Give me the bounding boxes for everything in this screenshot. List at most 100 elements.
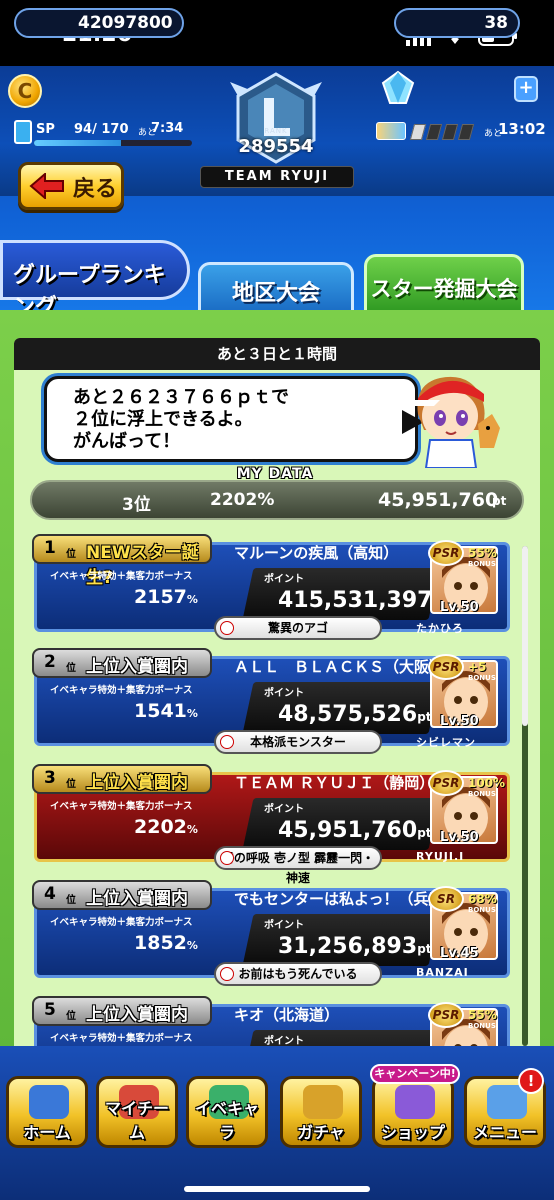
nav-event-chara-button[interactable]: イベキャラ [186, 1076, 268, 1148]
sp-timer: 7:34 [151, 121, 184, 136]
ticket-gauge: あと 13:02 [376, 120, 546, 142]
player-title: お前はもう死んでいる [214, 962, 382, 986]
bonus-value: 2157% [134, 586, 198, 608]
card-bonus-word: BONUS [468, 790, 496, 798]
points-value: 45,951,760pt [278, 818, 432, 843]
card-rarity-badge: SR [428, 886, 464, 912]
rank-suffix: 位 [66, 895, 76, 906]
card-bonus: 100% [468, 776, 506, 790]
rank-status: 上位入賞圏内 [86, 773, 188, 793]
bonus-value: 1541% [134, 700, 198, 722]
player-username: たかひろ [416, 622, 464, 635]
bonus-label: イベキャラ特効＋集客力ボーナス [50, 685, 193, 696]
ranking-row[interactable]: 2 位 上位入賞圏内 ＡＬＬ ＢＬＡＣＫＳ（大阪） イベキャラ特効＋集客力ボーナ… [28, 648, 512, 756]
back-button[interactable]: 戻る [18, 162, 124, 210]
navigator-character-icon [410, 376, 500, 468]
sp-icon [14, 120, 32, 144]
ticket-timer: 13:02 [498, 120, 546, 138]
card-bonus-word: BONUS [468, 906, 496, 914]
bonus-label: イベキャラ特効＋集客力ボーナス [50, 571, 193, 582]
speech-line: あと２６２３７６６ｐｔで [73, 387, 289, 408]
points-label: ポイント [264, 574, 304, 585]
card-rarity-badge: PSR [428, 654, 464, 680]
nav-label: マイチーム [104, 1099, 169, 1142]
my-data-rank: 3位 [122, 495, 151, 515]
gem-icon [381, 70, 415, 104]
rank-status: 上位入賞圏内 [86, 657, 188, 677]
points-value: 48,575,526pt [278, 702, 432, 727]
card-bonus-word: BONUS [468, 1022, 496, 1030]
home-icon [29, 1085, 69, 1119]
rank-number: 5 [44, 1000, 56, 1020]
home-indicator [184, 1186, 370, 1192]
nav-home-button[interactable]: ホーム [6, 1076, 88, 1148]
nav-gacha-button[interactable]: ガチャ [280, 1076, 362, 1148]
rank-suffix: 位 [66, 779, 76, 790]
player-title: 雷の呼吸 壱ノ型 霹靂一閃・神速 [214, 846, 382, 885]
tab-star-discovery-tournament[interactable]: スター発掘大会 [364, 254, 524, 312]
rank-value: 289554 [238, 136, 314, 157]
shop-icon [395, 1085, 435, 1119]
baseball-icon [220, 621, 234, 635]
nav-label: ガチャ [297, 1123, 345, 1142]
add-gem-button[interactable]: + [514, 76, 538, 102]
rank-badge: 3 位 上位入賞圏内 [32, 764, 212, 794]
team-name: でもセンターは私よっ！（兵庫） [234, 890, 459, 908]
player-title: 本格派モンスター [214, 730, 382, 754]
player-username: BANZAI [416, 966, 469, 979]
baseball-icon [220, 735, 234, 749]
gem-counter: 38 [394, 8, 520, 38]
points-label: ポイント [264, 920, 304, 931]
ranking-list: 1 位 NEWスター誕生? マルーンの疾風（高知） イベキャラ特効＋集客力ボーナ… [28, 534, 512, 1050]
nav-label: ショップ [380, 1123, 445, 1142]
ranking-row[interactable]: 3 位 上位入賞圏内 ＴＥＡＭ ＲＹＵＪＩ（静岡） イベキャラ特効＋集客力ボーナ… [28, 764, 512, 885]
rank-badge: 4 位 上位入賞圏内 [32, 880, 212, 910]
campaign-badge: キャンペーン中! [370, 1064, 460, 1084]
bonus-label: イベキャラ特効＋集客力ボーナス [50, 1033, 193, 1044]
rank-badge: 2 位 上位入賞圏内 [32, 648, 212, 678]
points-label: ポイント [264, 688, 304, 699]
player-username: RYUJI.I [416, 850, 465, 863]
nav-label: メニュー [472, 1123, 537, 1142]
rank-badge: 5 位 上位入賞圏内 [32, 996, 212, 1026]
rank-caption: RANK [264, 127, 288, 135]
card-bonus-word: BONUS [468, 674, 496, 682]
player-title: 驚異のアゴ [214, 616, 382, 640]
rank-status: 上位入賞圏内 [86, 889, 188, 909]
rank-number: 2 [44, 652, 56, 672]
card-bonus: 55% [468, 546, 497, 560]
rank-number: 4 [44, 884, 56, 904]
bonus-label: イベキャラ特効＋集客力ボーナス [50, 917, 193, 928]
coin-value: 42097800 [78, 13, 173, 33]
team-name: TEAM RYUJI [200, 166, 354, 188]
scrollbar[interactable] [522, 546, 528, 726]
tab-district-tournament[interactable]: 地区大会 [198, 262, 354, 312]
card-bonus: 55% [468, 1008, 497, 1022]
team-name: ＴＥＡＭ ＲＹＵＪＩ（静岡） [234, 774, 435, 792]
rank-number: 1 [44, 538, 56, 558]
ranking-row[interactable]: 1 位 NEWスター誕生? マルーンの疾風（高知） イベキャラ特効＋集客力ボーナ… [28, 534, 512, 642]
sp-gauge: SP 94/ 170 あと 7:34 [14, 118, 192, 148]
speech-line: ２位に浮上できるよ。 [73, 409, 253, 430]
my-data-pt-unit: pt [492, 494, 507, 508]
coin-counter: 42097800 [14, 8, 184, 38]
team-name: マルーンの疾風（高知） [234, 544, 399, 562]
sp-progress-bar [34, 140, 192, 146]
gacha-icon [303, 1085, 343, 1119]
sp-label: SP [36, 122, 55, 137]
coin-icon: C [8, 74, 42, 108]
ranking-row[interactable]: 5 位 上位入賞圏内 キオ（北海道） イベキャラ特効＋集客力ボーナス 1666%… [28, 996, 512, 1050]
baseball-icon [220, 851, 234, 865]
ranking-row[interactable]: 4 位 上位入賞圏内 でもセンターは私よっ！（兵庫） イベキャラ特効＋集客力ボー… [28, 880, 512, 988]
points-label: ポイント [264, 804, 304, 815]
rank-number: 3 [44, 768, 56, 788]
baseball-icon [220, 967, 234, 981]
card-level: Lv.50 [440, 714, 479, 729]
ticket-icon [376, 122, 406, 140]
card-level: Lv.45 [440, 946, 479, 961]
nav-shop-button[interactable]: ショップ [372, 1076, 454, 1148]
card-rarity-badge: PSR [428, 540, 464, 566]
speech-bubble: あと２６２３７６６ｐｔで ２位に浮上できるよ。 がんばって！ [44, 376, 418, 462]
nav-my-team-button[interactable]: マイチーム [96, 1076, 178, 1148]
tab-group-ranking[interactable]: グループランキング [0, 240, 190, 320]
